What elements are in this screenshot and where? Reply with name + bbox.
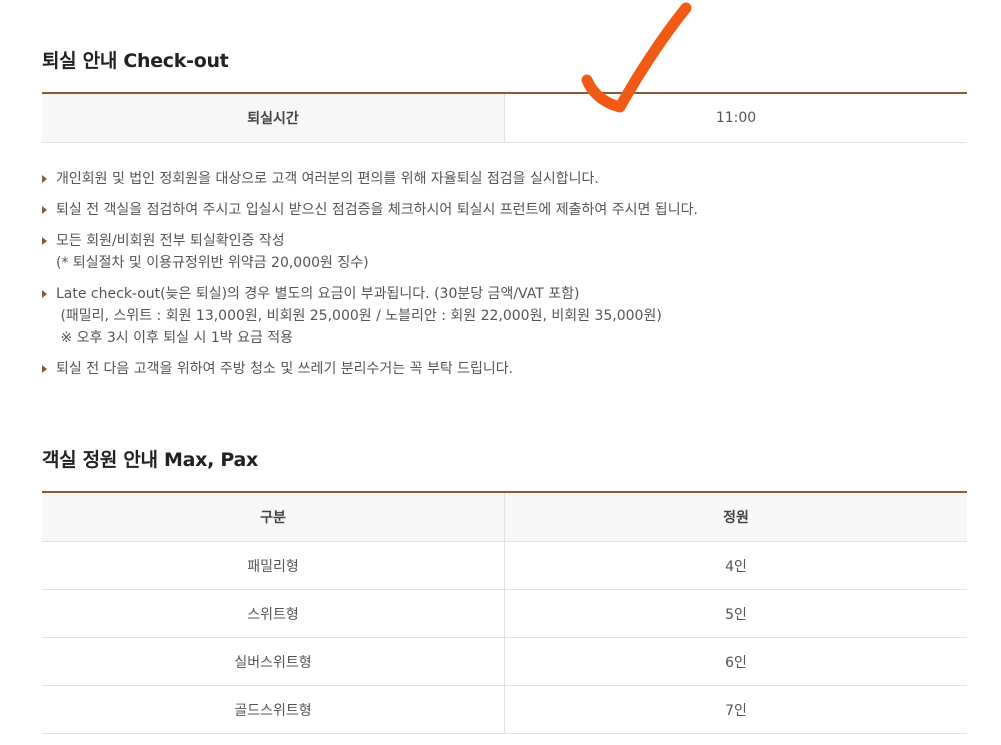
checkout-notes-list: 개인회원 및 법인 정회원을 대상으로 고객 여러분의 편의를 위해 자율퇴실 … <box>42 168 962 380</box>
note-line: 퇴실 전 객실을 점검하여 주시고 입실시 받으신 점검증을 체크하시어 퇴실시… <box>56 202 698 218</box>
capacity-header-row: 구분 정원 <box>42 493 967 542</box>
note-line: (패밀리, 스위트 : 회원 13,000원, 비회원 25,000원 / 노블… <box>56 308 662 324</box>
room-type-cell: 패밀리형 <box>42 542 505 589</box>
note-line: 개인회원 및 법인 정회원을 대상으로 고객 여러분의 편의를 위해 자율퇴실 … <box>56 171 599 187</box>
triangle-bullet-icon <box>42 206 47 214</box>
table-row: 골드스위트형 7인 <box>42 686 967 734</box>
note-item: 개인회원 및 법인 정회원을 대상으로 고객 여러분의 편의를 위해 자율퇴실 … <box>42 168 962 190</box>
checkmark-icon <box>581 2 692 113</box>
column-header-type: 구분 <box>42 493 505 541</box>
note-item: 퇴실 전 다음 고객을 위하여 주방 청소 및 쓰레기 분리수거는 꼭 부탁 드… <box>42 358 962 380</box>
triangle-bullet-icon <box>42 365 47 373</box>
checkout-title: 퇴실 안내 Check-out <box>42 50 229 72</box>
room-type-cell: 스위트형 <box>42 590 505 637</box>
note-line: 모든 회원/비회원 전부 퇴실확인증 작성 <box>56 233 285 249</box>
note-line: Late check-out(늦은 퇴실)의 경우 별도의 요금이 부과됩니다.… <box>56 286 580 302</box>
note-line: ※ 오후 3시 이후 퇴실 시 1박 요금 적용 <box>56 330 294 346</box>
note-item: Late check-out(늦은 퇴실)의 경우 별도의 요금이 부과됩니다.… <box>42 283 962 349</box>
capacity-cell: 4인 <box>725 558 747 575</box>
table-row: 스위트형 5인 <box>42 590 967 638</box>
capacity-cell: 6인 <box>725 654 747 671</box>
table-row: 패밀리형 4인 <box>42 542 967 590</box>
capacity-title: 객실 정원 안내 Max, Pax <box>42 449 258 471</box>
checkout-time-label: 퇴실시간 <box>42 94 505 142</box>
capacity-table: 구분 정원 패밀리형 4인 스위트형 5인 실버스위트형 6인 골드스위트형 7… <box>42 491 967 734</box>
note-item: 모든 회원/비회원 전부 퇴실확인증 작성 (* 퇴실절차 및 이용규정위반 위… <box>42 230 962 274</box>
checkout-table: 퇴실시간 11:00 <box>42 92 967 143</box>
column-header-capacity: 정원 <box>505 493 967 541</box>
capacity-cell: 5인 <box>725 606 747 623</box>
note-item: 퇴실 전 객실을 점검하여 주시고 입실시 받으신 점검증을 체크하시어 퇴실시… <box>42 199 962 221</box>
checkout-time-row: 퇴실시간 11:00 <box>42 94 967 143</box>
note-line: 퇴실 전 다음 고객을 위하여 주방 청소 및 쓰레기 분리수거는 꼭 부탁 드… <box>56 361 514 377</box>
note-line: (* 퇴실절차 및 이용규정위반 위약금 20,000원 징수) <box>56 255 369 271</box>
triangle-bullet-icon <box>42 290 47 298</box>
room-type-cell: 실버스위트형 <box>42 638 505 685</box>
triangle-bullet-icon <box>42 237 47 245</box>
room-type-cell: 골드스위트형 <box>42 686 505 733</box>
capacity-cell: 7인 <box>725 702 747 719</box>
triangle-bullet-icon <box>42 175 47 183</box>
table-row: 실버스위트형 6인 <box>42 638 967 686</box>
